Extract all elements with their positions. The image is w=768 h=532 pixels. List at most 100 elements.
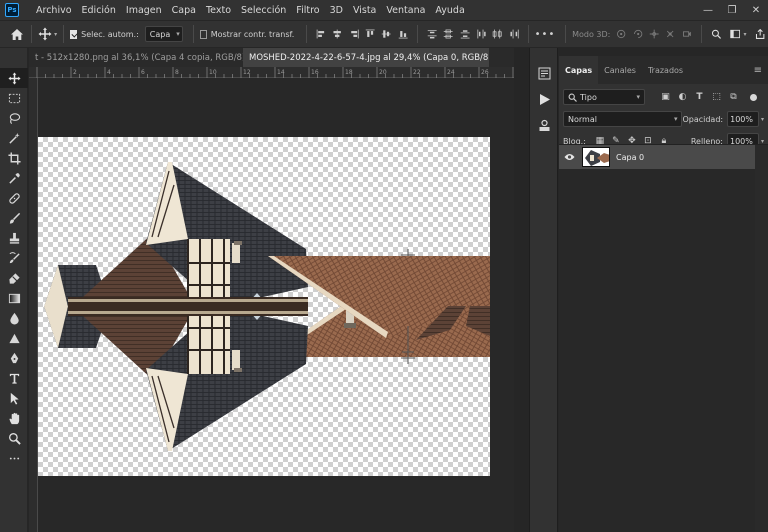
clone-stamp-tool-icon[interactable] xyxy=(0,228,28,248)
menu-edicion[interactable]: Edición xyxy=(77,5,121,16)
ruler-tick-label: 22 xyxy=(413,69,421,76)
align-top-edges-icon[interactable] xyxy=(365,27,375,41)
menu-3d[interactable]: 3D xyxy=(325,5,348,16)
orbit-3d-icon[interactable] xyxy=(616,27,626,41)
lasso-tool-icon[interactable] xyxy=(0,108,28,128)
menu-seleccion[interactable]: Selección xyxy=(236,5,291,16)
separator xyxy=(306,25,308,43)
crop-tool-icon[interactable] xyxy=(0,148,28,168)
filter-adjustment-icon[interactable]: ◐ xyxy=(674,92,691,102)
healing-brush-tool-icon[interactable] xyxy=(0,188,28,208)
history-panel-icon[interactable] xyxy=(530,60,558,86)
mode-3d-label: Modo 3D: xyxy=(572,29,611,39)
more-tools-icon[interactable] xyxy=(0,448,28,468)
eye-icon[interactable] xyxy=(559,153,579,161)
menu-texto[interactable]: Texto xyxy=(201,5,236,16)
brush-tool-icon[interactable] xyxy=(0,208,28,228)
canvas-area[interactable] xyxy=(38,78,514,532)
zoom-tool-icon[interactable] xyxy=(0,428,28,448)
align-horizontal-centers-icon[interactable] xyxy=(332,27,342,41)
document-canvas[interactable] xyxy=(38,137,490,476)
path-selection-tool-icon[interactable] xyxy=(0,388,28,408)
menu-filtro[interactable]: Filtro xyxy=(291,5,324,16)
panel-menu-icon[interactable]: ≡ xyxy=(754,65,768,76)
gradient-tool-icon[interactable] xyxy=(0,288,28,308)
tab-document-1[interactable]: t - 512x1280.png al 36,1% (Capa 4 copia,… xyxy=(29,48,243,67)
ruler-tick-label: 2 xyxy=(73,69,77,76)
align-right-edges-icon[interactable] xyxy=(349,27,359,41)
layer-row[interactable]: Capa 0 xyxy=(559,145,755,169)
marquee-tool-icon[interactable] xyxy=(0,88,28,108)
more-options-button[interactable]: ••• xyxy=(535,29,556,40)
move-tool-preset-icon[interactable]: ▾ xyxy=(38,27,57,41)
blend-mode-dropdown[interactable]: Normal ▾ xyxy=(563,111,683,127)
tab-document-2-label: MOSHED-2022-4-22-6-57-4.jpg al 29,4% (Ca… xyxy=(249,52,489,63)
opacity-input[interactable]: 100% xyxy=(727,111,759,127)
menu-archivo[interactable]: Archivo xyxy=(31,5,77,16)
align-bottom-edges-icon[interactable] xyxy=(398,27,408,41)
eyedropper-tool-icon[interactable] xyxy=(0,168,28,188)
search-icon[interactable] xyxy=(711,27,721,41)
distribute-bottom-icon[interactable] xyxy=(460,27,470,41)
distribute-left-icon[interactable] xyxy=(476,27,486,41)
chevron-down-icon[interactable]: ▾ xyxy=(743,31,746,38)
menu-vista[interactable]: Vista xyxy=(348,5,381,16)
roll-3d-icon[interactable] xyxy=(633,27,643,41)
magic-wand-tool-icon[interactable] xyxy=(0,128,28,148)
blur-tool-icon[interactable] xyxy=(0,308,28,328)
auto-select-checkbox[interactable] xyxy=(69,29,78,39)
type-tool-icon[interactable] xyxy=(0,368,28,388)
filter-toggle[interactable] xyxy=(750,93,757,101)
home-icon[interactable] xyxy=(9,23,25,45)
tab-trazados[interactable]: Trazados xyxy=(642,56,689,84)
menu-ayuda[interactable]: Ayuda xyxy=(430,5,469,16)
hand-tool-icon[interactable] xyxy=(0,408,28,428)
filter-smart-object-icon[interactable]: ⧉ xyxy=(725,92,742,102)
filter-shape-icon[interactable]: ⬚ xyxy=(708,92,725,102)
align-vertical-centers-icon[interactable] xyxy=(381,27,392,41)
filter-kind-dropdown[interactable]: Tipo ▾ xyxy=(563,89,645,105)
tab-capas[interactable]: Capas xyxy=(559,56,599,84)
separator xyxy=(565,25,567,43)
pen-tool-icon[interactable] xyxy=(0,348,28,368)
slide-3d-icon[interactable] xyxy=(665,27,675,41)
eraser-tool-icon[interactable] xyxy=(0,268,28,288)
blend-row: Normal ▾ Opacidad: 100% ▾ xyxy=(559,108,768,130)
tab-document-1-label: t - 512x1280.png al 36,1% (Capa 4 copia,… xyxy=(35,52,243,63)
chevron-down-icon[interactable]: ▾ xyxy=(761,116,764,123)
distribute-right-icon[interactable] xyxy=(509,27,519,41)
dodge-tool-icon[interactable] xyxy=(0,328,28,348)
filter-type-icon[interactable]: T xyxy=(691,92,708,102)
menu-capa[interactable]: Capa xyxy=(167,5,201,16)
filter-pixel-icon[interactable]: ▣ xyxy=(657,92,674,102)
distribute-top-icon[interactable] xyxy=(427,27,437,41)
vertical-ruler[interactable] xyxy=(29,78,38,532)
show-transform-controls-checkbox[interactable] xyxy=(199,29,207,39)
history-brush-tool-icon[interactable] xyxy=(0,248,28,268)
horizontal-ruler[interactable]: 246810121416182022242628 xyxy=(29,67,514,78)
play-actions-icon[interactable] xyxy=(530,86,558,112)
menu-imagen[interactable]: Imagen xyxy=(121,5,167,16)
auto-select-target-dropdown[interactable]: Capa ▾ xyxy=(144,26,183,42)
scale-3d-icon[interactable] xyxy=(682,27,692,41)
maximize-button[interactable]: ❐ xyxy=(720,5,744,16)
auto-select-label: Selec. autom.: xyxy=(81,29,139,39)
layer-list: Capa 0 xyxy=(559,144,768,532)
pan-3d-icon[interactable] xyxy=(649,27,659,41)
tab-canales[interactable]: Canales xyxy=(598,56,642,84)
align-left-edges-icon[interactable] xyxy=(316,27,326,41)
separator xyxy=(63,25,64,43)
layers-scrollbar[interactable] xyxy=(755,145,768,532)
workspace-icon[interactable] xyxy=(730,27,741,41)
tab-document-2[interactable]: MOSHED-2022-4-22-6-57-4.jpg al 29,4% (Ca… xyxy=(243,48,489,67)
chevron-down-icon: ▾ xyxy=(176,30,180,38)
close-button[interactable]: ✕ xyxy=(744,5,768,16)
share-icon[interactable] xyxy=(755,27,765,41)
move-tool-icon[interactable] xyxy=(0,68,28,88)
menu-ventana[interactable]: Ventana xyxy=(381,5,430,16)
minimize-button[interactable]: — xyxy=(696,5,720,16)
properties-panel-icon[interactable] xyxy=(530,112,558,138)
distribute-horizontal-centers-icon[interactable] xyxy=(492,27,502,41)
auto-select-target-value: Capa xyxy=(149,29,171,39)
distribute-vertical-centers-icon[interactable] xyxy=(443,27,453,41)
